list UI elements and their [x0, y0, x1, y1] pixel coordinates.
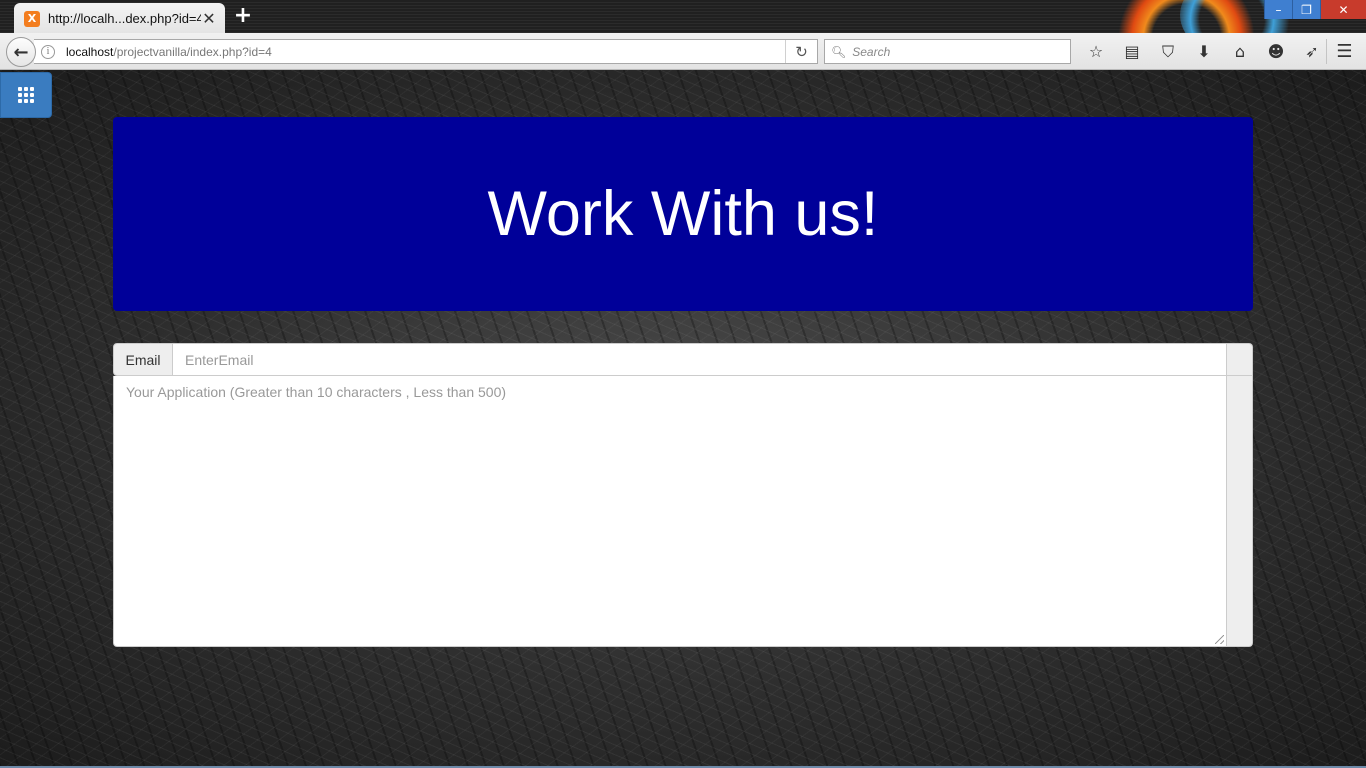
- restore-button[interactable]: ❐: [1292, 0, 1320, 19]
- browser-titlebar: X http://localh...dex.php?id=4 ✕ + – ❐ ✕: [0, 0, 1366, 70]
- pocket-icon[interactable]: ⛉: [1150, 39, 1186, 64]
- application-form: Email: [113, 343, 1253, 647]
- reload-icon[interactable]: ↻: [785, 40, 817, 63]
- search-placeholder: Search: [852, 44, 891, 59]
- send-icon[interactable]: ➶: [1294, 39, 1330, 64]
- home-icon[interactable]: ⌂: [1222, 39, 1258, 64]
- close-window-button[interactable]: ✕: [1320, 0, 1366, 19]
- email-input-group: Email: [113, 343, 1253, 376]
- grid-icon: [18, 87, 34, 103]
- back-arrow-icon: ←: [13, 41, 29, 63]
- email-label: Email: [113, 343, 173, 376]
- new-tab-button[interactable]: +: [232, 5, 254, 28]
- bookmark-star-icon[interactable]: ☆: [1078, 39, 1114, 64]
- textarea-side-panel: [1215, 376, 1253, 647]
- email-addon-right: [1227, 343, 1253, 376]
- url-host: localhost: [66, 44, 114, 59]
- page-body: Work With us! Email: [0, 70, 1366, 768]
- application-area: [113, 376, 1253, 647]
- hamburger-menu-icon[interactable]: ☰: [1326, 39, 1362, 64]
- search-icon: 🔍︎: [831, 44, 847, 59]
- apps-menu-button[interactable]: [0, 72, 52, 118]
- tab-title: http://localh...dex.php?id=4: [48, 11, 201, 26]
- application-textarea[interactable]: [113, 376, 1227, 647]
- hero-banner: Work With us!: [113, 117, 1253, 311]
- site-info-icon[interactable]: i: [41, 44, 55, 59]
- url-bar[interactable]: i localhost/projectvanilla/index.php?id=…: [34, 39, 818, 64]
- reading-list-icon[interactable]: ▤: [1114, 39, 1150, 64]
- search-bar[interactable]: 🔍︎ Search: [824, 39, 1071, 64]
- browser-tab[interactable]: X http://localh...dex.php?id=4 ✕: [14, 3, 225, 34]
- smiley-icon[interactable]: ☻: [1258, 39, 1294, 64]
- xampp-favicon-icon: X: [24, 10, 40, 27]
- browser-navbar: i localhost/projectvanilla/index.php?id=…: [0, 33, 1366, 70]
- back-button[interactable]: ←: [6, 37, 36, 67]
- url-path: /projectvanilla/index.php?id=4: [113, 44, 272, 59]
- resize-handle-icon[interactable]: [1215, 635, 1224, 644]
- close-tab-icon[interactable]: ✕: [201, 9, 217, 28]
- browser-toolbar: ☆ ▤ ⛉ ⬇ ⌂ ☻ ➶: [1078, 39, 1330, 64]
- window-controls: – ❐ ✕: [1264, 0, 1366, 19]
- email-field[interactable]: [173, 343, 1227, 376]
- page-heading: Work With us!: [487, 179, 879, 249]
- minimize-button[interactable]: –: [1264, 0, 1292, 19]
- url-text[interactable]: localhost/projectvanilla/index.php?id=4: [66, 45, 785, 59]
- download-icon[interactable]: ⬇: [1186, 39, 1222, 64]
